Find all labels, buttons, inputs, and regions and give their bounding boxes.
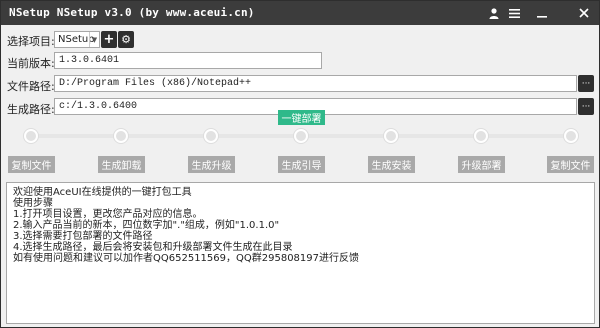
log-line: 如有使用问题和建议可以加作者QQ652511569，QQ群295808197进行… — [13, 253, 360, 264]
window-title: NSetup NSetup v3.0 (by www.aceui.cn) — [9, 6, 255, 19]
generate-installer-button[interactable]: 生成安装 — [368, 156, 415, 173]
menu-icon[interactable] — [506, 5, 522, 21]
file-path-value: D:/Program Files (x86)/Notepad++ — [59, 78, 252, 89]
log-line: 欢迎使用AceUI在线提供的一键打包工具 — [13, 187, 192, 198]
step-node-6 — [474, 129, 488, 143]
log-line: 2.输入产品当前的新本，四位数字加"."组成，例如"1.0.1.0" — [13, 220, 280, 231]
gear-icon: ⚙ — [121, 33, 131, 46]
log-line: 1.打开项目设置，更改您产品对应的信息。 — [13, 209, 203, 220]
log-line: 3.选择需要打包部署的文件路径 — [13, 231, 153, 242]
file-path-label: 文件路径: — [7, 80, 55, 93]
user-icon[interactable] — [486, 5, 502, 21]
chevron-down-icon[interactable]: ▼ — [89, 32, 99, 47]
upgrade-deploy-button[interactable]: 升级部署 — [458, 156, 505, 173]
step-node-3 — [204, 129, 218, 143]
step-node-1 — [24, 129, 38, 143]
app-window: NSetup NSetup v3.0 (by www.aceui.cn) 选择项… — [0, 0, 600, 328]
generate-upgrade-button[interactable]: 生成升级 — [188, 156, 235, 173]
file-path-field[interactable]: D:/Program Files (x86)/Notepad++ — [54, 75, 577, 92]
step-node-2 — [114, 129, 128, 143]
copy-files-button[interactable]: 复制文件 — [8, 156, 55, 173]
version-field[interactable]: 1.3.0.6401 — [54, 52, 322, 69]
generate-uninstall-button[interactable]: 生成卸载 — [98, 156, 145, 173]
step-node-5 — [384, 129, 398, 143]
add-project-button[interactable]: + — [101, 31, 117, 48]
log-line: 4.选择生成路径，最后会将安装包和升级部署文件生成在此目录 — [13, 242, 293, 253]
more-icon: ··· — [581, 101, 591, 112]
version-label: 当前版本: — [7, 57, 55, 70]
close-icon[interactable] — [576, 5, 592, 21]
plus-icon: + — [103, 32, 115, 47]
output-path-value: c:/1.3.0.6400 — [59, 101, 138, 112]
output-path-label: 生成路径: — [7, 103, 55, 116]
step-node-7 — [564, 129, 578, 143]
log-line: 使用步骤 — [13, 198, 53, 209]
copy-files-final-button[interactable]: 复制文件 — [547, 156, 594, 173]
browse-output-path-button[interactable]: ··· — [578, 98, 594, 115]
log-textarea[interactable]: 欢迎使用AceUI在线提供的一键打包工具 使用步骤 1.打开项目设置，更改您产品… — [6, 182, 595, 324]
title-bar[interactable]: NSetup NSetup v3.0 (by www.aceui.cn) — [1, 1, 599, 25]
step-node-4 — [294, 129, 308, 143]
generate-bootstrap-button[interactable]: 生成引导 — [278, 156, 325, 173]
project-settings-button[interactable]: ⚙ — [118, 31, 134, 48]
version-value: 1.3.0.6401 — [59, 55, 120, 66]
more-icon: ··· — [581, 78, 591, 89]
minimize-icon[interactable] — [534, 5, 550, 21]
project-label: 选择项目: — [7, 35, 55, 48]
one-click-deploy-button[interactable]: 一键部署 — [278, 110, 325, 125]
browse-file-path-button[interactable]: ··· — [578, 75, 594, 92]
